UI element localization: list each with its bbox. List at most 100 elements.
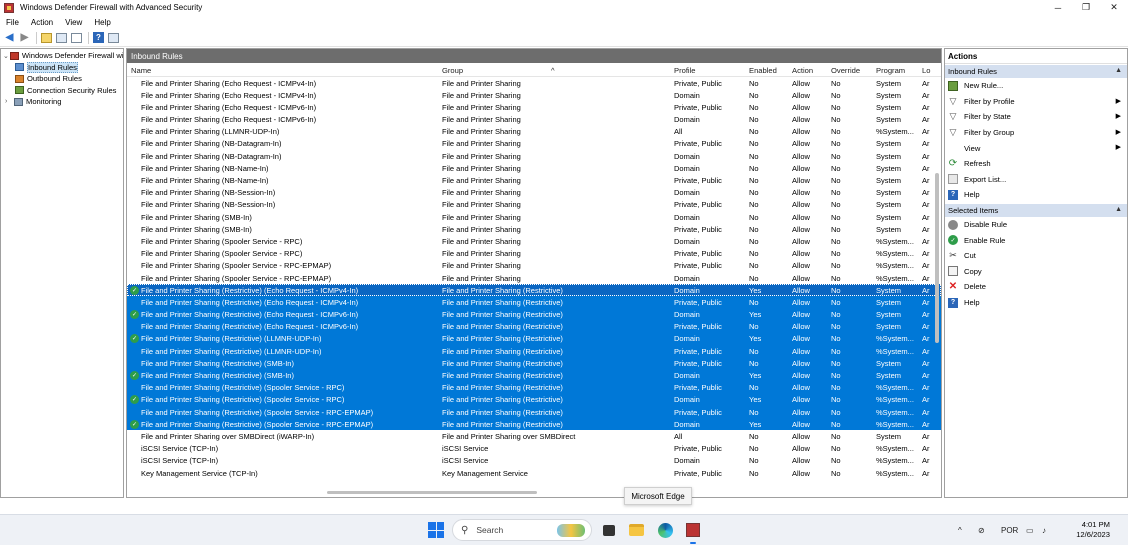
table-row[interactable]: File and Printer Sharing (Spooler Servic… (127, 235, 941, 247)
forward-arrow-icon[interactable]: ▶ (18, 31, 31, 44)
vertical-scrollbar[interactable] (935, 173, 939, 343)
table-row[interactable]: File and Printer Sharing (Spooler Servic… (127, 272, 941, 284)
edge-button[interactable] (656, 521, 674, 539)
table-row[interactable]: File and Printer Sharing (Restrictive) (… (127, 381, 941, 394)
cell-group: File and Printer Sharing (Restrictive) (442, 419, 563, 429)
table-row[interactable]: ✓ File and Printer Sharing (Restrictive) … (127, 308, 941, 321)
table-row[interactable]: File and Printer Sharing (Spooler Servic… (127, 248, 941, 260)
column-override[interactable]: Override (831, 66, 875, 75)
table-row[interactable]: File and Printer Sharing (Echo Request -… (127, 77, 941, 89)
collapse-arrow-icon[interactable]: ▲ (1115, 206, 1122, 213)
table-row[interactable]: ✓ File and Printer Sharing (Restrictive) … (127, 369, 941, 382)
table-row[interactable]: File and Printer Sharing over SMBDirect … (127, 430, 941, 442)
column-enabled[interactable]: Enabled (749, 66, 789, 75)
clock[interactable]: 4:01 PM 12/6/2023 (1076, 520, 1110, 540)
action-help[interactable]: ? Help (945, 295, 1127, 311)
back-arrow-icon[interactable]: ◀ (3, 31, 16, 44)
minimize-button[interactable]: ─ (1044, 0, 1072, 15)
table-row[interactable]: File and Printer Sharing (Restrictive) (… (127, 320, 941, 333)
action-filter-by-profile[interactable]: ▽ Filter by Profile ▶ (945, 94, 1127, 110)
cell-group: File and Printer Sharing (442, 102, 521, 112)
action-view[interactable]: View ▶ (945, 140, 1127, 156)
table-row[interactable]: File and Printer Sharing (NB-Name-In) Fil… (127, 162, 941, 174)
column-profile[interactable]: Profile (674, 66, 746, 75)
table-row[interactable]: ✓ File and Printer Sharing (Restrictive) … (127, 332, 941, 346)
column-name[interactable]: Name (131, 66, 427, 75)
table-row[interactable]: ✓ File and Printer Sharing (Restrictive) … (127, 284, 941, 297)
table-row[interactable]: File and Printer Sharing (Echo Request -… (127, 101, 941, 113)
menu-action[interactable]: Action (25, 18, 59, 27)
action-help[interactable]: ? Help (945, 187, 1127, 203)
show-hide-tree-icon[interactable] (55, 31, 68, 44)
table-row[interactable]: File and Printer Sharing (Restrictive) (… (127, 357, 941, 370)
language-indicator[interactable]: POR (1001, 515, 1018, 546)
menu-help[interactable]: Help (88, 18, 116, 27)
action-enable-rule[interactable]: ✓ Enable Rule (945, 232, 1127, 248)
menu-view[interactable]: View (59, 18, 88, 27)
column-action[interactable]: Action (792, 66, 830, 75)
table-row[interactable]: File and Printer Sharing (Echo Request -… (127, 114, 941, 126)
table-row[interactable]: iSCSI Service (TCP-In) iSCSI Service Domai… (127, 455, 941, 467)
menu-file[interactable]: File (0, 18, 25, 27)
tree-root[interactable]: ⌄ Windows Defender Firewall witl (1, 50, 123, 62)
table-row[interactable]: File and Printer Sharing (SMB-In) File an… (127, 223, 941, 235)
action-refresh[interactable]: ⟳ Refresh (945, 156, 1127, 172)
firewall-taskbar-button[interactable] (684, 521, 702, 544)
action-copy[interactable]: Copy (945, 264, 1127, 280)
network-icon[interactable]: ⊘ (978, 515, 985, 546)
table-row[interactable]: File and Printer Sharing (NB-Name-In) Fil… (127, 175, 941, 187)
action-disable-rule[interactable]: Disable Rule (945, 217, 1127, 233)
show-hide-action-pane-icon[interactable] (107, 31, 120, 44)
task-view-button[interactable] (600, 521, 618, 539)
table-row[interactable]: File and Printer Sharing (Spooler Servic… (127, 260, 941, 272)
table-row[interactable]: File and Printer Sharing (Echo Request -… (127, 89, 941, 101)
table-row[interactable]: File and Printer Sharing (Restrictive) (… (127, 406, 941, 419)
table-row[interactable]: Key Management Service (TCP-In) Key Manag… (127, 467, 941, 479)
action-filter-by-group[interactable]: ▽ Filter by Group ▶ (945, 125, 1127, 141)
table-row[interactable]: File and Printer Sharing (LLMNR-UDP-In) F… (127, 126, 941, 138)
help-icon[interactable]: ? (92, 31, 105, 44)
tree-item-outbound-rules[interactable]: Outbound Rules (1, 73, 123, 85)
action-cut[interactable]: ✂ Cut (945, 248, 1127, 264)
table-row[interactable]: File and Printer Sharing (Restrictive) (… (127, 296, 941, 309)
actions-section-inbound-rules[interactable]: Inbound Rules ▲ (945, 65, 1127, 78)
export-list-icon[interactable] (70, 31, 83, 44)
volume-icon[interactable]: ♪ (1042, 515, 1046, 546)
cell-program: System (876, 224, 902, 234)
table-row[interactable]: ✓ File and Printer Sharing (Restrictive) … (127, 418, 941, 431)
cell-profile: Private, Public (674, 468, 722, 478)
collapse-arrow-icon[interactable]: ▲ (1115, 67, 1122, 74)
action-delete[interactable]: ✕ Delete (945, 279, 1127, 295)
cell-enabled: No (749, 261, 759, 271)
actions-section-selected-items[interactable]: Selected Items ▲ (945, 203, 1127, 217)
column-local-address[interactable]: Lo (922, 66, 938, 75)
file-explorer-button[interactable] (627, 521, 645, 539)
table-row[interactable]: File and Printer Sharing (Restrictive) (… (127, 345, 941, 358)
action-export-list[interactable]: Export List... (945, 172, 1127, 188)
up-folder-icon[interactable] (40, 31, 53, 44)
horizontal-scrollbar[interactable] (327, 491, 537, 494)
table-row[interactable]: File and Printer Sharing (NB-Datagram-In… (127, 138, 941, 150)
action-new-rule[interactable]: New Rule... (945, 78, 1127, 94)
table-row[interactable]: iSCSI Service (TCP-In) iSCSI Service Priva… (127, 443, 941, 455)
maximize-button[interactable]: ❐ (1072, 0, 1100, 15)
table-row[interactable]: File and Printer Sharing (SMB-In) File an… (127, 211, 941, 223)
table-row[interactable]: File and Printer Sharing (NB-Datagram-In… (127, 150, 941, 162)
tree-item-inbound-rules[interactable]: Inbound Rules (1, 61, 123, 74)
collapse-icon[interactable]: ⌄ (3, 52, 9, 60)
column-program[interactable]: Program (876, 66, 918, 75)
table-row[interactable]: ✓ File and Printer Sharing (Restrictive) … (127, 393, 941, 407)
table-row[interactable]: File and Printer Sharing (NB-Session-In)… (127, 199, 941, 211)
expand-icon[interactable]: › (5, 98, 13, 105)
table-row[interactable]: File and Printer Sharing (NB-Session-In)… (127, 187, 941, 199)
close-button[interactable]: ✕ (1100, 0, 1128, 15)
tree-item-monitoring[interactable]: › Monitoring (1, 96, 123, 108)
action-filter-by-state[interactable]: ▽ Filter by State ▶ (945, 109, 1127, 125)
column-group[interactable]: Group (442, 66, 667, 75)
clock-time: 4:01 PM (1081, 520, 1110, 529)
start-button[interactable] (428, 522, 444, 538)
taskbar-search[interactable]: ⚲ Search (452, 519, 592, 541)
show-hidden-icons[interactable]: ^ (958, 515, 962, 546)
tree-item-connection-security-rules[interactable]: Connection Security Rules (1, 85, 123, 97)
display-icon[interactable]: ▭ (1026, 515, 1034, 546)
